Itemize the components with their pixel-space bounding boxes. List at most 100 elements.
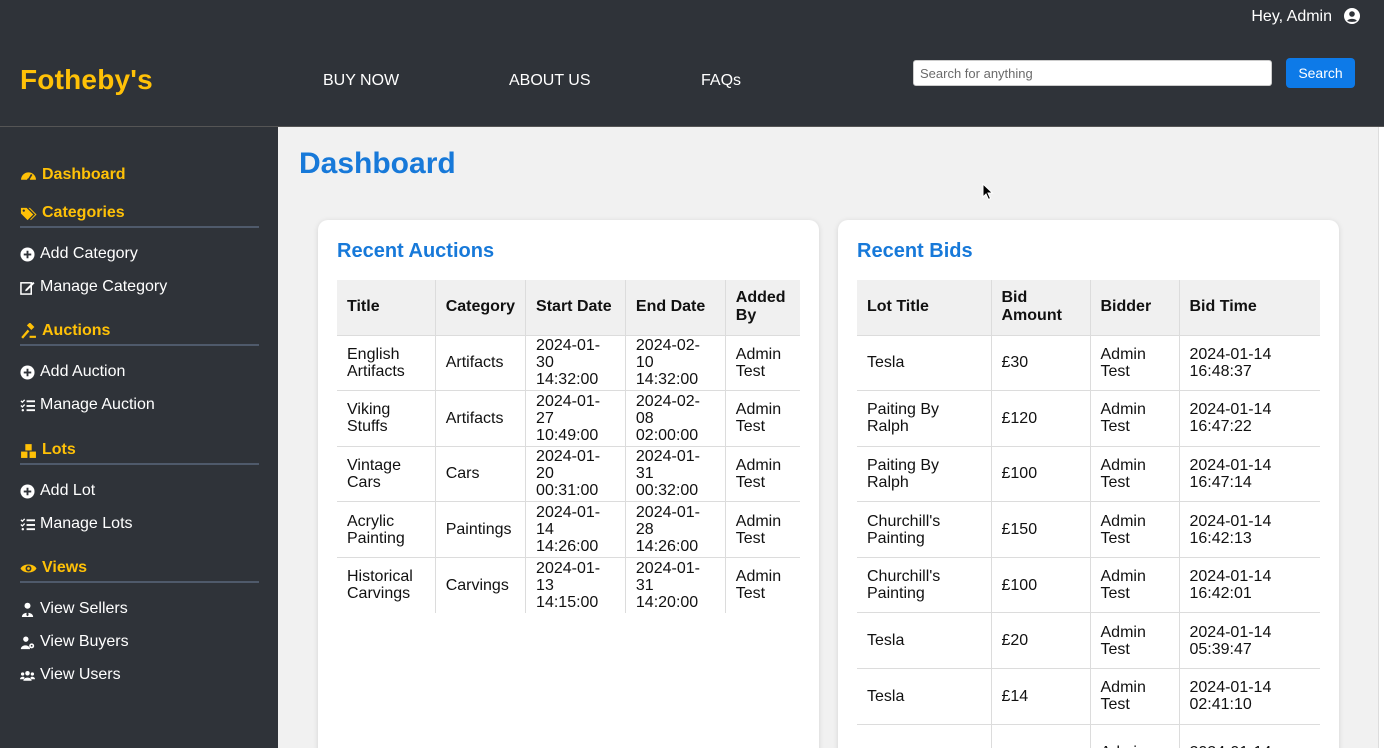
sidebar-item-label: Add Lot — [40, 482, 96, 499]
table-cell: English Artifacts — [337, 334, 436, 391]
sidebar-item-view-buyers[interactable]: View Buyers — [20, 633, 129, 651]
main-content: Dashboard Recent Auctions Title Category S… — [278, 127, 1378, 748]
search-input[interactable] — [913, 60, 1272, 86]
sidebar-item-manage-auction[interactable]: Manage Auction — [20, 396, 155, 414]
table-row: Churchill's Painting £100 Admin Test 2024-0… — [857, 556, 1320, 613]
table-cell: Viking Stuffs — [337, 390, 436, 447]
table-cell — [991, 723, 1091, 748]
sidebar-auctions-heading: Auctions — [20, 322, 110, 340]
sidebar-item-add-lot[interactable]: Add Lot — [20, 482, 95, 500]
column-header: Bidder — [1090, 280, 1180, 335]
divider — [20, 581, 259, 583]
table-cell: 2024-02-08 02:00:00 — [625, 390, 726, 447]
sidebar-categories-label: Categories — [42, 204, 125, 221]
sidebar-item-manage-category[interactable]: Manage Category — [20, 278, 167, 296]
nav-faqs[interactable]: FAQs — [701, 72, 741, 90]
nav-buy-now[interactable]: BUY NOW — [323, 72, 399, 90]
table-cell: 2024-01-14 16:42:13 — [1179, 501, 1320, 558]
table-cell: £120 — [991, 390, 1091, 447]
table-cell: Admin Test — [1090, 334, 1180, 391]
table-body: Tesla £30 Admin Test 2024-01-14 16:48:37 Pai… — [857, 334, 1320, 748]
recent-bids-title: Recent Bids — [857, 240, 973, 262]
table-cell: 2024-01-14 14:26:00 — [525, 501, 626, 558]
table-cell: Vintage Cars — [337, 445, 436, 502]
table-cell: 2024-01-14 05:39:47 — [1179, 612, 1320, 669]
table-cell: £20 — [991, 612, 1091, 669]
table-cell: Paintings — [435, 501, 527, 558]
table-cell: Admin — [1090, 723, 1180, 748]
scrollbar[interactable] — [1378, 127, 1384, 748]
divider — [20, 226, 259, 228]
sidebar-item-view-users[interactable]: View Users — [20, 666, 121, 684]
recent-bids-card: Recent Bids Lot Title Bid Amount Bidder Bid… — [838, 220, 1339, 748]
list-check-icon — [20, 517, 35, 530]
recent-bids-table: Lot Title Bid Amount Bidder Bid Time Tesla £… — [857, 280, 1320, 748]
table-row: Paiting By Ralph £100 Admin Test 2024-01-14… — [857, 445, 1320, 502]
plus-circle-icon — [20, 364, 35, 380]
table-header-row: Title Category Start Date End Date Added By — [337, 280, 800, 335]
table-cell: 2024-01-20 00:31:00 — [525, 445, 626, 502]
table-cell: Admin Test — [725, 390, 800, 447]
sidebar-item-manage-lots[interactable]: Manage Lots — [20, 515, 133, 533]
user-circle-icon[interactable] — [1344, 8, 1360, 24]
top-header: Hey, Admin Fotheby's BUY NOW ABOUT US FA… — [0, 0, 1384, 127]
table-cell: Paiting By Ralph — [857, 445, 992, 502]
table-cell: Admin Test — [725, 445, 800, 502]
table-cell: £14 — [991, 668, 1091, 725]
table-row: Vintage Cars Cars 2024-01-20 00:31:00 2024-… — [337, 445, 800, 502]
sidebar-item-label: Manage Category — [40, 278, 168, 295]
table-row: Churchill's Painting £150 Admin Test 2024-0… — [857, 501, 1320, 558]
column-header: Added By — [725, 280, 800, 335]
recent-auctions-title: Recent Auctions — [337, 240, 495, 262]
table-cell: Admin Test — [725, 501, 800, 558]
sidebar-item-label: View Buyers — [40, 633, 129, 650]
sidebar-lots-heading: Lots — [20, 441, 76, 459]
sidebar-item-label: Add Auction — [40, 363, 126, 380]
sidebar-dashboard[interactable]: Dashboard — [20, 166, 126, 184]
table-row: Admin2024-01-14 — [857, 723, 1320, 748]
eye-icon — [20, 564, 37, 572]
table-cell: £100 — [991, 445, 1091, 502]
table-cell: 2024-01-31 00:32:00 — [625, 445, 726, 502]
table-cell: 2024-01-14 16:47:22 — [1179, 390, 1320, 447]
search-button[interactable]: Search — [1286, 58, 1355, 88]
plus-circle-icon — [20, 246, 35, 262]
table-cell: £100 — [991, 556, 1091, 613]
table-cell: Acrylic Painting — [337, 501, 436, 558]
table-row: Tesla £14 Admin Test 2024-01-14 02:41:10 — [857, 668, 1320, 725]
sidebar-item-add-category[interactable]: Add Category — [20, 245, 138, 263]
table-cell: 2024-01-30 14:32:00 — [525, 334, 626, 391]
table-cell: Admin Test — [725, 334, 800, 391]
table-cell: Artifacts — [435, 334, 527, 391]
table-cell: 2024-01-28 14:26:00 — [625, 501, 726, 558]
table-header-row: Lot Title Bid Amount Bidder Bid Time — [857, 280, 1320, 335]
user-gear-icon — [20, 636, 35, 649]
edit-icon — [20, 281, 35, 295]
gavel-icon — [21, 322, 36, 339]
table-body: English Artifacts Artifacts 2024-01-30 14:… — [337, 334, 800, 613]
nav-about-us[interactable]: ABOUT US — [509, 72, 591, 90]
sidebar-dashboard-label: Dashboard — [42, 166, 126, 183]
table-cell: £30 — [991, 334, 1091, 391]
users-icon — [20, 670, 35, 681]
column-header: Start Date — [525, 280, 626, 335]
sidebar-item-view-sellers[interactable]: View Sellers — [20, 600, 128, 618]
table-row: Tesla £30 Admin Test 2024-01-14 16:48:37 — [857, 334, 1320, 391]
sidebar-lots-label: Lots — [42, 441, 76, 458]
table-cell: 2024-01-14 16:48:37 — [1179, 334, 1320, 391]
sidebar-item-label: Add Category — [40, 245, 138, 262]
table-cell: Admin Test — [725, 556, 800, 613]
table-cell: Tesla — [857, 334, 992, 391]
table-cell: Admin Test — [1090, 668, 1180, 725]
recent-auctions-table: Title Category Start Date End Date Added By … — [337, 280, 800, 613]
sidebar-views-heading: Views — [20, 559, 87, 577]
user-greeting: Hey, Admin — [1251, 8, 1332, 25]
list-check-icon — [20, 398, 35, 411]
table-row: Paiting By Ralph £120 Admin Test 2024-01-14… — [857, 390, 1320, 447]
sidebar-item-label: Manage Lots — [40, 515, 133, 532]
site-logo[interactable]: Fotheby's — [20, 64, 153, 96]
table-cell: Paiting By Ralph — [857, 390, 992, 447]
table-cell: Artifacts — [435, 390, 527, 447]
boxes-icon — [21, 443, 36, 458]
sidebar-item-add-auction[interactable]: Add Auction — [20, 363, 125, 381]
